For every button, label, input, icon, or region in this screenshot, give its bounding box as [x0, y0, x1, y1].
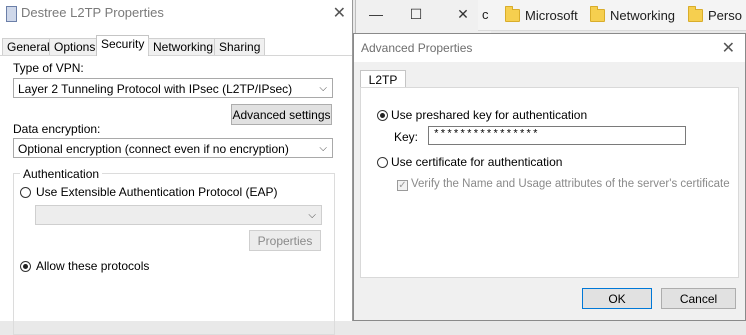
bookmark-networking[interactable]: Networking — [590, 5, 676, 23]
cancel-button[interactable]: Cancel — [661, 288, 736, 309]
bookmark-perso[interactable]: Perso — [688, 5, 742, 23]
close-icon[interactable]: ✕ — [722, 38, 735, 58]
key-label: Key: — [394, 130, 419, 144]
tab-general[interactable]: General — [2, 38, 55, 55]
title-bar[interactable]: Destree L2TP Properties ✕ — [0, 0, 352, 26]
truncated-bookmark-text: c — [482, 7, 489, 22]
eap-method-select[interactable]: ⌵ — [35, 205, 322, 225]
verify-certificate-label: Verify the Name and Usage attributes of … — [411, 178, 730, 190]
advanced-settings-button[interactable]: Advanced settings — [231, 104, 332, 125]
chevron-down-icon: ⌵ — [319, 143, 327, 154]
chevron-down-icon: ⌵ — [319, 83, 327, 94]
allow-protocols-radio[interactable] — [20, 261, 31, 272]
preshared-key-radio[interactable] — [377, 110, 388, 121]
tab-options[interactable]: Options — [49, 38, 101, 55]
vpn-type-label: Type of VPN: — [13, 61, 84, 75]
advanced-properties-dialog: Advanced Properties ✕ L2TP Use preshared… — [353, 33, 746, 321]
folder-icon — [688, 5, 703, 22]
eap-radio[interactable] — [20, 187, 31, 198]
dialog-title-bar[interactable]: Advanced Properties ✕ — [354, 34, 745, 62]
encryption-select[interactable]: Optional encryption (connect even if no … — [13, 138, 333, 158]
encryption-label: Data encryption: — [13, 122, 101, 136]
tab-strip: General Options Security Networking Shar… — [0, 35, 352, 56]
authentication-group-title: Authentication — [20, 167, 103, 181]
window-title: Destree L2TP Properties — [21, 5, 164, 20]
bookmark-microsoft[interactable]: Microsoft — [505, 5, 578, 23]
minimize-icon[interactable]: — — [364, 5, 388, 23]
bookmark-label: Microsoft — [525, 7, 578, 23]
folder-icon — [505, 5, 520, 22]
eap-properties-button[interactable]: Properties — [249, 230, 321, 251]
tab-sharing[interactable]: Sharing — [214, 38, 266, 55]
l2tp-panel: Use preshared key for authentication Key… — [360, 87, 739, 278]
bookmark-label: Perso — [708, 7, 742, 23]
bookmarks-bar: c Microsoft Networking Perso — [478, 0, 746, 31]
dialog-title: Advanced Properties — [361, 41, 473, 55]
vpn-type-select[interactable]: Layer 2 Tunneling Protocol with IPsec (L… — [13, 78, 333, 98]
encryption-value: Optional encryption (connect even if no … — [18, 142, 289, 156]
preshared-key-label: Use preshared key for authentication — [391, 108, 588, 122]
folder-icon — [590, 5, 605, 22]
chevron-down-icon: ⌵ — [308, 210, 316, 221]
certificate-label: Use certificate for authentication — [391, 155, 563, 169]
tab-networking[interactable]: Networking — [148, 38, 219, 55]
ok-button[interactable]: OK — [582, 288, 652, 309]
verify-certificate-checkbox[interactable]: ✓ — [397, 180, 408, 191]
preshared-key-input[interactable]: **************** — [428, 126, 686, 145]
properties-window: Destree L2TP Properties ✕ General Option… — [0, 0, 353, 335]
vpn-type-value: Layer 2 Tunneling Protocol with IPsec (L… — [18, 82, 293, 96]
allow-protocols-label: Allow these protocols — [36, 259, 150, 273]
close-icon[interactable]: ✕ — [333, 3, 346, 23]
eap-label: Use Extensible Authentication Protocol (… — [36, 185, 278, 199]
maximize-icon[interactable]: ☐ — [404, 5, 428, 23]
network-connection-icon — [6, 6, 17, 22]
certificate-radio[interactable] — [377, 157, 388, 168]
tab-security[interactable]: Security — [96, 35, 150, 56]
close-icon[interactable]: ✕ — [451, 5, 475, 23]
bookmark-label: Networking — [610, 7, 676, 23]
